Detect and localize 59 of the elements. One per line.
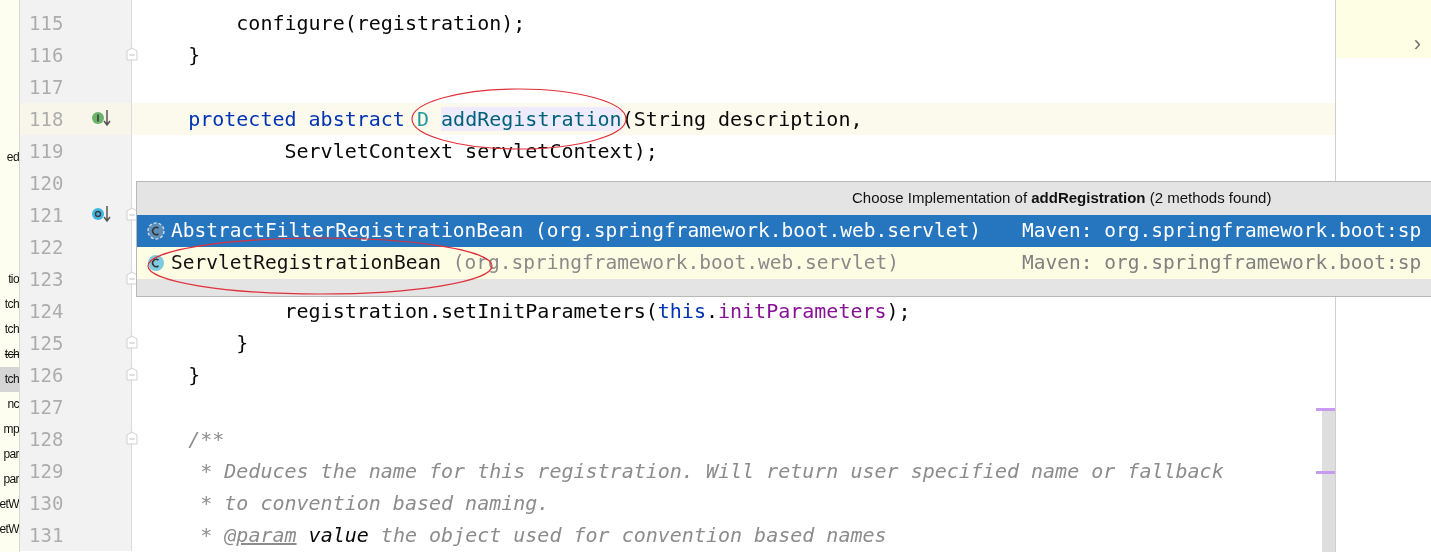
line-number: 128 — [29, 427, 64, 451]
line-number: 122 — [29, 235, 64, 259]
fold-marker-icon[interactable] — [126, 207, 138, 221]
tree-item-fragment[interactable]: tch — [0, 342, 19, 367]
class-name: ServletRegistrationBean — [171, 250, 442, 277]
line-number: 120 — [29, 171, 64, 195]
tree-item-fragment[interactable]: etW — [0, 517, 19, 542]
line-number: 117 — [29, 75, 64, 99]
tree-item-fragment[interactable]: par — [0, 467, 19, 492]
line-number: 126 — [29, 363, 64, 387]
line-number: 123 — [29, 267, 64, 291]
package-name: (org.springframework.boot.web.servlet) — [533, 218, 982, 245]
error-stripe-mark[interactable] — [1316, 408, 1335, 411]
fold-marker-icon[interactable] — [126, 47, 138, 61]
implementation-item[interactable]: AbstractFilterRegistrationBean (org.springframework.boot.web.servlet) Maven: org.springframework.boot:sp — [137, 215, 1431, 247]
code-line: } — [187, 362, 201, 389]
line-number: 124 — [29, 299, 64, 323]
tree-item-fragment[interactable]: tch — [0, 292, 19, 317]
implemented-method-icon[interactable] — [91, 109, 111, 127]
code-line: protected abstract D addRegistration(String description, — [187, 106, 863, 133]
code-line: registration.setInitParameters(this.initParameters); — [283, 298, 911, 325]
tree-item-fragment[interactable]: par — [0, 442, 19, 467]
library-location: Maven: org.springframework.boot:sp — [1022, 250, 1422, 277]
fold-marker-icon[interactable] — [126, 367, 138, 381]
line-number: 121 — [29, 203, 64, 227]
code-line: * Deduces the name for this registration. Will return user specified name or fallback — [199, 458, 1224, 485]
popup-title: Choose Implementation of addRegistration (2 methods found) — [852, 188, 1272, 209]
code-line: * to convention based naming. — [199, 490, 550, 517]
tree-item-fragment[interactable]: tio — [0, 267, 19, 292]
line-number: 127 — [29, 395, 64, 419]
fold-marker-icon[interactable] — [126, 335, 138, 349]
code-line: configure(registration); — [235, 10, 526, 37]
line-number: 130 — [29, 491, 64, 515]
line-number: 125 — [29, 331, 64, 355]
code-line: * @param value the object used for convention based names — [199, 522, 887, 549]
tree-item-fragment[interactable]: tch — [0, 317, 19, 342]
code-line: } — [235, 330, 249, 357]
scrollbar[interactable] — [1322, 410, 1335, 552]
tree-item-fragment[interactable]: nc — [0, 392, 19, 417]
tree-item-fragment[interactable]: ed — [0, 145, 19, 170]
line-number: 115 — [29, 11, 64, 35]
tree-item-fragment[interactable]: tch — [0, 367, 19, 392]
chevron-icon[interactable]: › — [1413, 31, 1421, 57]
error-stripe-mark[interactable] — [1316, 471, 1335, 474]
line-number: 131 — [29, 523, 64, 547]
library-location: Maven: org.springframework.boot:sp — [1022, 218, 1422, 245]
tree-item-fragment[interactable]: etW — [0, 492, 19, 517]
class-name: AbstractFilterRegistrationBean — [171, 218, 524, 245]
code-line: ServletContext servletContext); — [283, 138, 658, 165]
fold-marker-icon[interactable] — [126, 431, 138, 445]
line-number: 116 — [29, 43, 64, 67]
line-number: 119 — [29, 139, 64, 163]
overriding-method-icon[interactable] — [91, 205, 111, 223]
code-line: } — [187, 42, 201, 69]
line-number: 129 — [29, 459, 64, 483]
fold-marker-icon[interactable] — [126, 271, 138, 285]
tree-item-fragment[interactable]: mp — [0, 417, 19, 442]
code-line: /** — [187, 426, 225, 453]
line-number: 118 — [29, 107, 64, 131]
